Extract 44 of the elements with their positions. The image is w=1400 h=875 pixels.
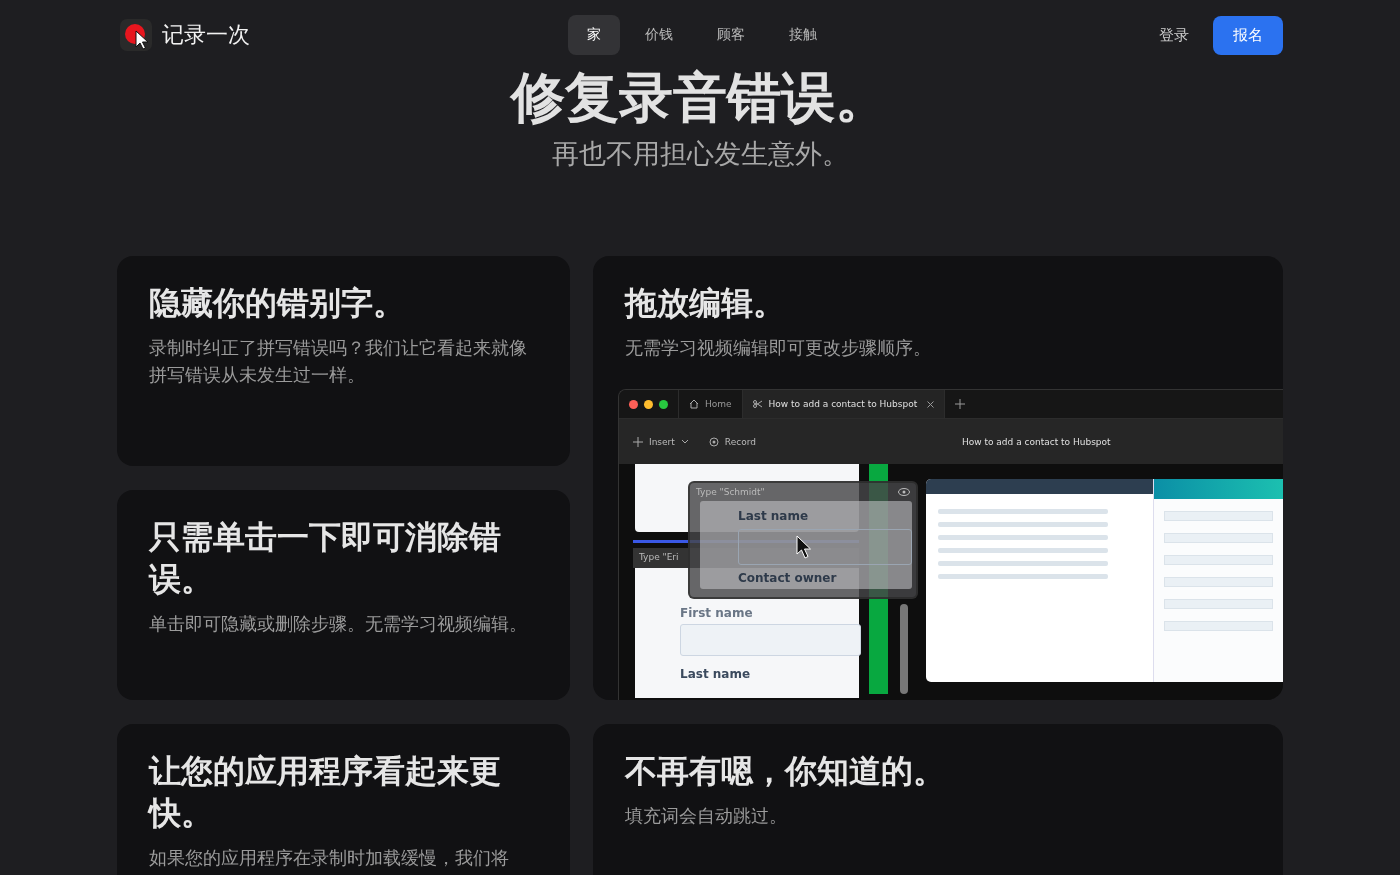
record-button[interactable]: Record: [708, 436, 756, 447]
browser-tab[interactable]: How to add a contact to Hubspot: [742, 390, 946, 418]
eye-icon: [898, 488, 910, 496]
minimize-dot-icon[interactable]: [644, 399, 653, 409]
login-link[interactable]: 登录: [1159, 25, 1189, 45]
brand-name: 记录一次: [162, 21, 250, 49]
dragged-step-card[interactable]: Type "Schmidt" Last name Contact owner: [688, 481, 918, 599]
record-icon: [708, 436, 719, 447]
hero-subtitle: 再也不用担心发生意外。: [550, 137, 850, 171]
browser-tab[interactable]: Home: [679, 390, 743, 418]
feature-title: 只需单击一下即可消除错误。: [149, 517, 502, 600]
feature-title: 拖放编辑。: [625, 283, 786, 324]
field-label: Contact owner: [738, 571, 837, 585]
feature-title: 让您的应用程序看起来更快。: [149, 751, 502, 834]
feature-description: 无需学习视频编辑即可更改步骤顺序。: [625, 336, 932, 360]
field-label: First name: [680, 606, 753, 620]
field-label: Last name: [680, 667, 751, 681]
nav-link[interactable]: 顾客: [697, 15, 764, 55]
logo-icon: [120, 19, 152, 51]
scissors-icon: [752, 399, 763, 409]
plus-icon: [633, 436, 643, 447]
chevron-down-icon: [680, 438, 689, 445]
feature-description: 单击即可隐藏或删除步骤。无需学习视频编辑。: [149, 612, 528, 636]
cursor-icon: [796, 535, 812, 559]
field-label: Last name: [738, 509, 809, 523]
nav-link[interactable]: 价钱: [625, 15, 692, 55]
feature-description: 录制时纠正了拼写错误吗？我们让它看起来就像拼写错误从未发生过一样。: [149, 336, 528, 387]
feature-description: 如果您的应用程序在录制时加载缓慢，我们将: [149, 846, 510, 870]
step-label: Type "Eri: [639, 552, 679, 562]
feature-title: 隐藏你的错别字。: [149, 283, 406, 324]
close-dot-icon[interactable]: [629, 399, 638, 409]
close-icon[interactable]: [927, 400, 935, 408]
document-title: How to add a contact to Hubspot: [961, 436, 1111, 447]
step-label: Type "Schmidt": [696, 487, 765, 497]
signup-button[interactable]: 报名: [1213, 15, 1283, 55]
maximize-dot-icon[interactable]: [659, 399, 668, 409]
hero-title: 修复录音错误。: [509, 70, 890, 126]
feature-title: 不再有嗯，你知道的。: [625, 751, 946, 792]
nav-link[interactable]: 接触: [769, 15, 836, 55]
feature-description: 填充词会自动跳过。: [625, 804, 788, 828]
home-icon: [689, 399, 699, 409]
insert-button[interactable]: Insert: [633, 436, 689, 447]
nav-link[interactable]: 家: [567, 15, 620, 55]
plus-icon[interactable]: [955, 399, 966, 409]
